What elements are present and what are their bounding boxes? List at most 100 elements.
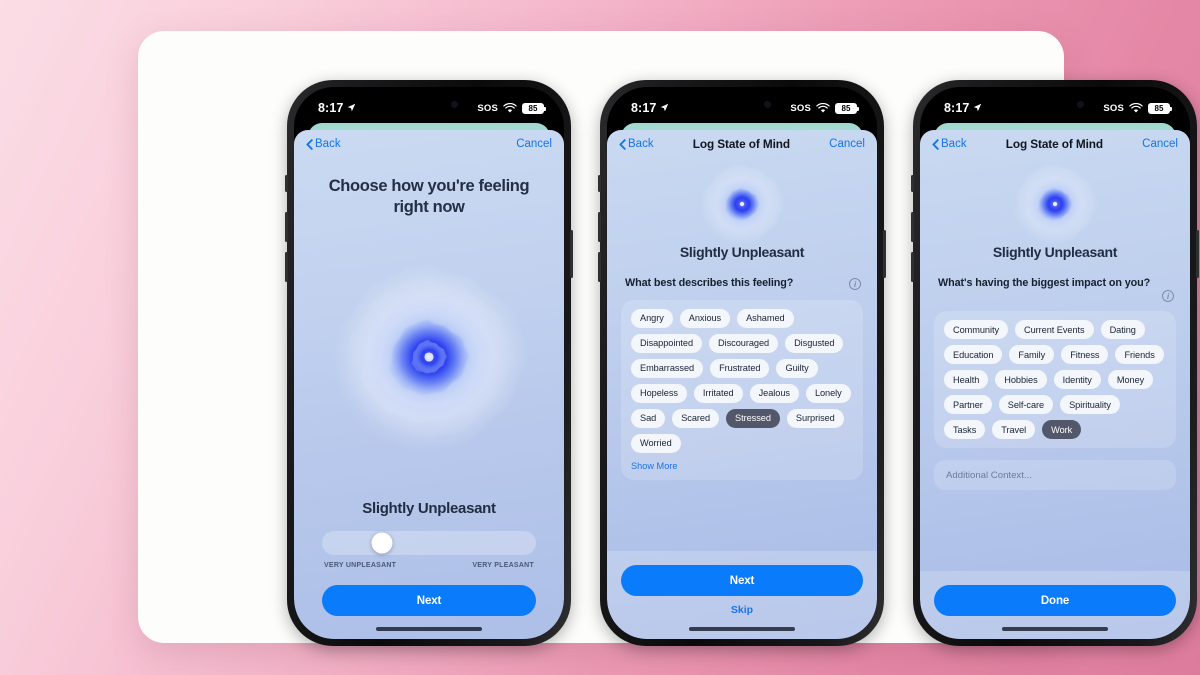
back-button[interactable]: Back [932, 138, 967, 150]
mood-slider[interactable]: VERY UNPLEASANT VERY PLEASANT [312, 531, 546, 569]
mood-blob-container [312, 214, 546, 500]
tag-chip[interactable]: Embarrassed [631, 358, 704, 378]
info-icon[interactable]: i [849, 278, 861, 290]
next-button[interactable]: Next [621, 565, 863, 596]
tag-chip[interactable]: Angry [631, 308, 673, 328]
tag-chip[interactable]: Current Events [1015, 320, 1094, 339]
log-sheet-2: Back Log State of Mind Cancel Slightly U… [607, 130, 877, 639]
cancel-button[interactable]: Cancel [1142, 138, 1178, 150]
tag-chip[interactable]: Education [944, 345, 1003, 364]
sheet-title: Log State of Mind [692, 137, 790, 151]
sos-indicator: SOS [1103, 102, 1124, 114]
status-time: 8:17 [944, 101, 970, 115]
slider-track[interactable] [322, 531, 536, 555]
volume-up-button[interactable] [911, 212, 914, 242]
location-arrow-icon [348, 103, 356, 111]
home-indicator [1002, 627, 1108, 631]
mood-blob-icon [331, 262, 527, 452]
info-icon[interactable]: i [1162, 290, 1174, 302]
tag-chip[interactable]: Tasks [944, 420, 986, 439]
mood-value-label: Slightly Unpleasant [679, 244, 805, 260]
tag-chip[interactable]: Ashamed [737, 308, 794, 328]
phone-3-screen: 8:17 SOS 85 Back Log State of Mind Cance… [920, 87, 1190, 639]
emotion-tag-card: Angry Anxious Ashamed Disappointed Discourag… [621, 299, 863, 480]
tag-chip[interactable]: Anxious [679, 308, 731, 328]
silent-switch[interactable] [911, 175, 914, 192]
tag-chip[interactable]: Community [944, 320, 1009, 339]
back-label: Back [941, 138, 967, 150]
volume-down-button[interactable] [598, 252, 601, 282]
status-bar: 8:17 SOS 85 [920, 87, 1190, 123]
phone-2-screen: 8:17 SOS 85 Back Log State of Mind Cance… [607, 87, 877, 639]
home-indicator [376, 627, 482, 631]
volume-up-button[interactable] [598, 212, 601, 242]
silent-switch[interactable] [285, 175, 288, 192]
skip-button[interactable]: Skip [621, 604, 863, 616]
page-title: Choose how you're feeling right now [328, 177, 530, 217]
tag-chip[interactable]: Hopeless [631, 383, 687, 403]
tag-chip[interactable]: Partner [944, 395, 992, 414]
power-button[interactable] [1196, 230, 1199, 278]
slider-max-label: VERY PLEASANT [472, 562, 534, 569]
tag-chip[interactable]: Disgusted [785, 333, 844, 353]
tag-chip[interactable]: Travel [992, 420, 1036, 439]
device-showcase-card: 8:17 SOS 85 Back Cancel Choose how you'r… [138, 31, 1199, 646]
slider-knob[interactable] [371, 532, 393, 554]
tag-chip[interactable]: Hobbies [995, 370, 1047, 389]
sheet-navbar-1: Back Cancel [294, 130, 564, 158]
tag-chip[interactable]: Fitness [1061, 345, 1109, 364]
tag-chip[interactable]: Jealous [749, 383, 799, 403]
tag-chip[interactable]: Discouraged [709, 333, 779, 353]
wifi-icon [503, 102, 517, 113]
tag-chip[interactable]: Frustrated [710, 358, 770, 378]
cancel-button[interactable]: Cancel [829, 138, 865, 150]
status-bar: 8:17 SOS 85 [294, 87, 564, 123]
back-button[interactable]: Back [306, 138, 341, 150]
next-button[interactable]: Next [322, 585, 536, 616]
tag-chip[interactable]: Disappointed [631, 333, 703, 353]
screen-3-body: Slightly Unpleasant What's having the bi… [920, 158, 1190, 639]
volume-down-button[interactable] [911, 252, 914, 282]
tag-chip[interactable]: Stressed [726, 408, 780, 428]
emotion-tag-list: Angry Anxious Ashamed Disappointed Discourag… [631, 308, 854, 453]
section-header-2: What best describes this feeling? i [607, 260, 877, 291]
sheet-navbar-3: Back Log State of Mind Cancel [920, 130, 1190, 158]
mood-value-label: Slightly Unpleasant [992, 244, 1118, 260]
screen-2-body: Slightly Unpleasant What best describes … [607, 158, 877, 639]
tag-chip[interactable]: Money [1107, 370, 1154, 389]
cancel-button[interactable]: Cancel [516, 138, 552, 150]
tag-chip[interactable]: Work [1042, 420, 1082, 439]
tag-chip[interactable]: Dating [1100, 320, 1145, 339]
wifi-icon [1129, 102, 1143, 113]
tag-chip[interactable]: Lonely [805, 383, 851, 403]
additional-context-input[interactable]: Additional Context... [934, 460, 1176, 490]
tag-chip[interactable]: Spirituality [1060, 395, 1120, 414]
section-question: What's having the biggest impact on you? [938, 277, 1151, 289]
tag-chip[interactable]: Self-care [998, 395, 1054, 414]
tag-chip[interactable]: Sad [631, 408, 666, 428]
tag-chip[interactable]: Identity [1053, 370, 1101, 389]
show-more-button[interactable]: Show More [631, 461, 854, 471]
tag-chip[interactable]: Worried [631, 433, 681, 453]
tag-chip[interactable]: Health [944, 370, 989, 389]
power-button[interactable] [883, 230, 886, 278]
tag-chip[interactable]: Family [1009, 345, 1055, 364]
back-label: Back [628, 138, 654, 150]
impact-tag-card: Community Current Events Dating Education Fa… [934, 311, 1176, 448]
sos-indicator: SOS [477, 102, 498, 114]
tag-chip[interactable]: Guilty [776, 358, 818, 378]
sheet-title: Log State of Mind [1005, 137, 1103, 151]
back-button[interactable]: Back [619, 138, 654, 150]
status-time: 8:17 [318, 101, 344, 115]
tag-chip[interactable]: Irritated [693, 383, 743, 403]
tag-chip[interactable]: Friends [1115, 345, 1164, 364]
tag-chip[interactable]: Surprised [786, 408, 844, 428]
volume-up-button[interactable] [285, 212, 288, 242]
sheet-navbar-2: Back Log State of Mind Cancel [607, 130, 877, 158]
volume-down-button[interactable] [285, 252, 288, 282]
done-button[interactable]: Done [934, 585, 1176, 616]
power-button[interactable] [570, 230, 573, 278]
tag-chip[interactable]: Scared [672, 408, 720, 428]
battery-indicator: 85 [522, 102, 546, 114]
silent-switch[interactable] [598, 175, 601, 192]
